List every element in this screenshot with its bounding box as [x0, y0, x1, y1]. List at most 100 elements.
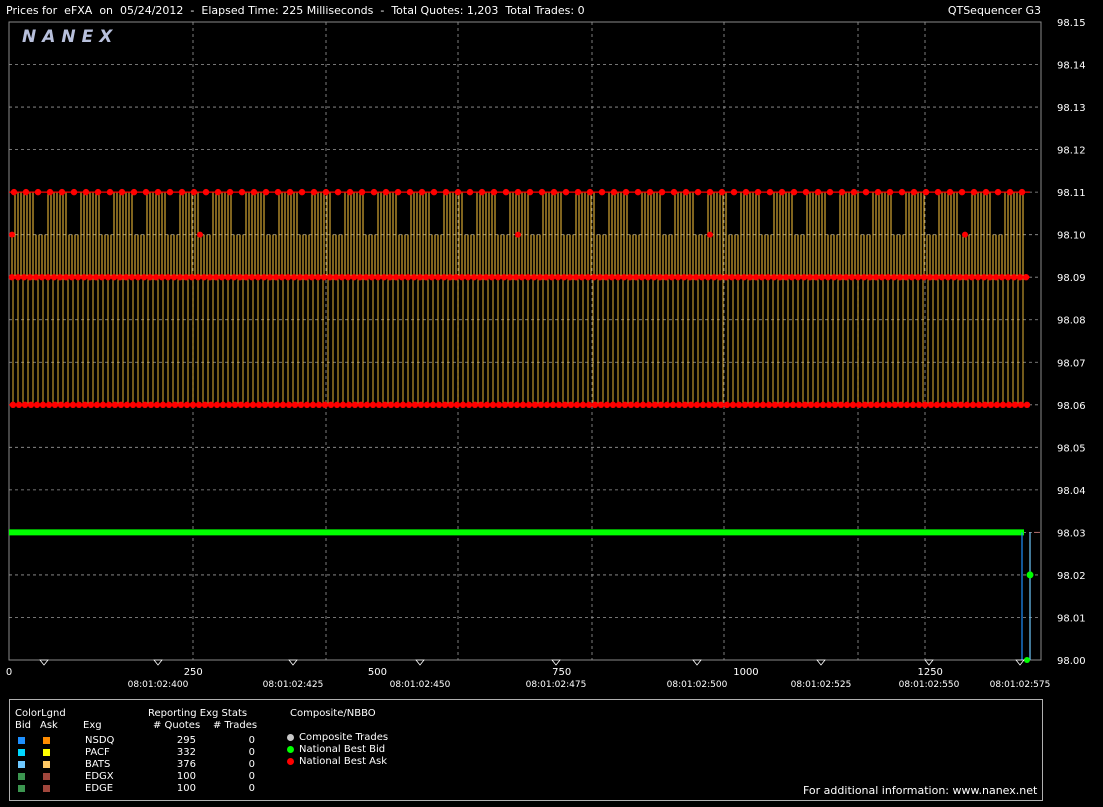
ask-point	[417, 401, 425, 408]
composite-row: National Best Bid	[10, 744, 410, 756]
ask-point	[202, 188, 210, 196]
ask-point	[489, 401, 497, 408]
ask-point	[435, 401, 443, 408]
ask-point	[981, 401, 989, 408]
ask-point	[236, 274, 244, 281]
ask-point	[477, 401, 485, 408]
composite-label: National Best Ask	[299, 756, 388, 767]
ask-point	[62, 274, 70, 281]
ask-point	[543, 401, 551, 408]
ask-point	[248, 274, 256, 281]
ask-point	[68, 274, 76, 281]
ask-point	[632, 274, 640, 281]
ask-point	[188, 274, 196, 281]
ask-point	[130, 188, 138, 196]
time-tick-label: 08:01:02:550	[899, 680, 960, 690]
ask-point	[801, 401, 809, 408]
app-name: QTSequencer G3	[947, 4, 1041, 17]
ask-point	[123, 401, 131, 408]
ask-point	[946, 188, 954, 196]
ask-point	[441, 401, 449, 408]
ask-point	[363, 401, 371, 408]
time-tick-marker	[692, 659, 702, 666]
ask-point	[662, 274, 670, 281]
ask-point	[344, 274, 352, 281]
ask-point	[843, 401, 851, 408]
ask-point	[63, 401, 71, 408]
ask-point	[370, 188, 378, 196]
ask-point	[93, 401, 101, 408]
ask-point	[171, 401, 179, 408]
ask-point	[646, 188, 654, 196]
ask-point	[190, 188, 198, 196]
ask-point	[633, 401, 641, 408]
ask-point	[45, 401, 53, 408]
ask-point	[321, 401, 329, 408]
ask-point	[110, 274, 118, 281]
ask-point	[279, 401, 287, 408]
ask-point	[158, 274, 166, 281]
time-tick-marker	[39, 659, 49, 666]
ask-point	[831, 401, 839, 408]
ask-point	[566, 274, 574, 281]
ask-point	[129, 401, 137, 408]
y-tick-label: 98.08	[1057, 316, 1086, 327]
ask-point	[154, 188, 162, 196]
y-tick-label: 98.11	[1057, 188, 1086, 199]
ask-point	[21, 401, 29, 408]
ask-point	[346, 188, 354, 196]
ask-point	[867, 401, 875, 408]
ask-point	[555, 401, 563, 408]
ask-point	[896, 274, 904, 281]
ask-point	[470, 274, 478, 281]
ask-point	[550, 188, 558, 196]
ask-point	[494, 274, 502, 281]
ask-point	[164, 274, 172, 281]
ask-point	[692, 274, 700, 281]
y-tick-label: 98.00	[1057, 656, 1086, 667]
ask-point	[27, 401, 35, 408]
ask-point	[962, 231, 968, 238]
ask-point	[298, 188, 306, 196]
ask-point	[735, 401, 743, 408]
composite-dot	[287, 758, 294, 765]
ask-point	[44, 274, 52, 281]
ask-point	[754, 188, 762, 196]
ask-point	[782, 274, 790, 281]
ask-point	[897, 401, 905, 408]
ask-point	[836, 274, 844, 281]
ask-point	[998, 274, 1006, 281]
ask-point	[723, 401, 731, 408]
ask-point	[254, 274, 262, 281]
chart-title: Prices for eFXA on 05/24/2012 - Elapsed …	[6, 4, 585, 17]
x-count-tick-label: 250	[184, 667, 203, 678]
ask-point	[824, 274, 832, 281]
ask-point	[182, 274, 190, 281]
time-tick-label: 08:01:02:575	[990, 680, 1051, 690]
time-tick-label: 08:01:02:475	[526, 680, 587, 690]
ask-point	[501, 401, 509, 408]
ask-point	[615, 401, 623, 408]
time-tick-marker	[415, 659, 425, 666]
composite-dot	[287, 734, 294, 741]
ask-point	[166, 188, 174, 196]
price-chart: 98.1598.1498.1398.1298.1198.1098.0998.08…	[6, 18, 1086, 690]
ask-point	[974, 274, 982, 281]
ask-point	[429, 401, 437, 408]
ask-point	[381, 401, 389, 408]
ask-point	[776, 274, 784, 281]
footer-link[interactable]: For additional information: www.nanex.ne…	[803, 784, 1037, 797]
ask-point	[380, 274, 388, 281]
ask-point	[825, 401, 833, 408]
ask-point	[567, 401, 575, 408]
ask-point	[873, 401, 881, 408]
ask-point	[452, 274, 460, 281]
ask-point	[716, 274, 724, 281]
composite-label: Composite Trades	[299, 732, 389, 743]
ask-point	[794, 274, 802, 281]
ask-point	[22, 188, 30, 196]
x-count-tick-label: 1250	[917, 667, 942, 678]
ask-point	[770, 274, 778, 281]
ask-point	[327, 401, 335, 408]
ask-point	[94, 188, 102, 196]
